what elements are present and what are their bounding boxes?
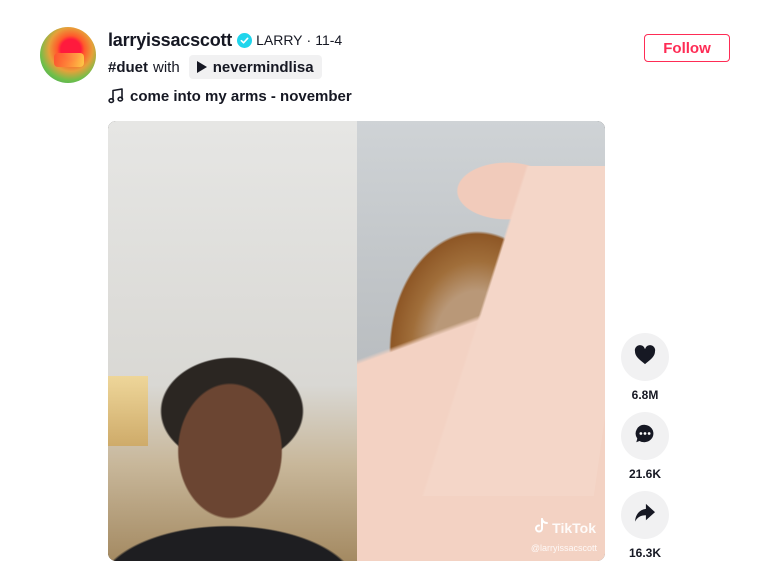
video-feed-item: larryissacscott LARRY · 11-4 Follow #due… (0, 0, 763, 587)
comment-count: 21.6K (628, 467, 662, 481)
share-count: 16.3K (628, 546, 662, 560)
share-action: 16.3K (621, 491, 669, 560)
video-hand-shape (373, 166, 605, 496)
duet-user-name: nevermindlisa (212, 58, 314, 76)
comment-action: 21.6K (621, 412, 669, 481)
comment-icon (634, 423, 656, 450)
like-action: 6.8M (621, 333, 669, 402)
author-username[interactable]: larryissacscott (108, 30, 232, 51)
comment-button[interactable] (621, 412, 669, 460)
video-description: #duet with nevermindlisa (108, 55, 322, 79)
author-info: larryissacscott LARRY · 11-4 (108, 30, 342, 50)
background-lamp (108, 376, 148, 446)
share-icon (634, 503, 656, 528)
duet-user-chip[interactable]: nevermindlisa (188, 55, 322, 79)
heart-icon (634, 344, 656, 370)
share-button[interactable] (621, 491, 669, 539)
follow-button[interactable]: Follow (644, 34, 730, 62)
verified-badge-icon (237, 32, 253, 48)
description-text: with (153, 58, 180, 76)
post-date: 11-4 (315, 32, 343, 48)
like-button[interactable] (621, 333, 669, 381)
watermark-text: TikTok (552, 519, 596, 536)
avatar-image-detail (54, 53, 84, 67)
tiktok-watermark: TikTok (534, 518, 596, 537)
duet-right-video (357, 121, 605, 561)
like-count: 6.8M (631, 388, 659, 402)
duet-left-video (108, 121, 357, 561)
author-nickname[interactable]: LARRY (256, 32, 302, 48)
play-icon (196, 61, 207, 73)
video-player[interactable]: TikTok @larryissacscott (108, 121, 605, 561)
music-note-icon (108, 88, 124, 104)
music-title: come into my arms - november (130, 87, 352, 105)
music-link[interactable]: come into my arms - november (108, 86, 352, 106)
tiktok-logo-icon (534, 518, 549, 537)
separator-dot: · (306, 32, 312, 48)
author-avatar[interactable] (40, 27, 96, 83)
watermark-handle: @larryissacscott (530, 543, 597, 553)
hashtag-link[interactable]: #duet (108, 59, 148, 76)
